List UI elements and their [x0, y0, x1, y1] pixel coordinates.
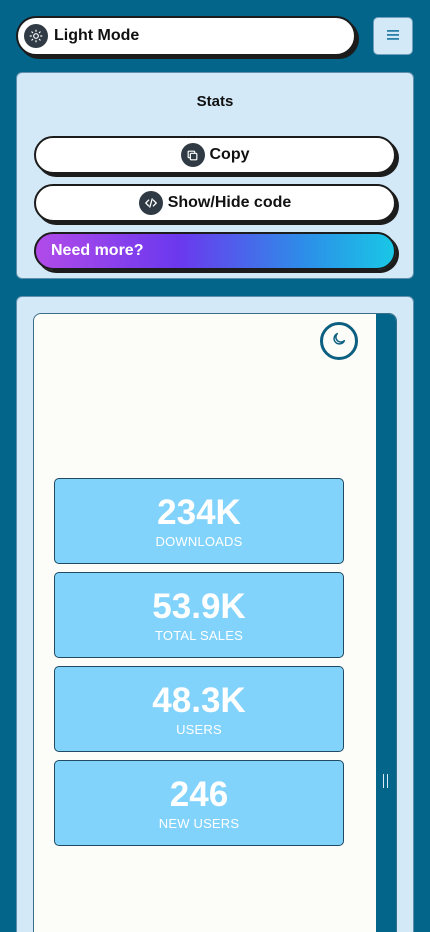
- show-hide-code-label: Show/Hide code: [167, 194, 292, 211]
- stat-value: 48.3K: [152, 681, 246, 720]
- stats-panel: Stats Copy Show/Hide code Need more?: [16, 72, 414, 279]
- stat-label: USERS: [176, 722, 222, 737]
- show-hide-code-button[interactable]: Show/Hide code: [34, 184, 396, 222]
- stat-value: 234K: [157, 493, 241, 532]
- need-more-label: Need more?: [51, 242, 144, 259]
- sun-icon: [24, 24, 48, 48]
- stat-value: 246: [169, 775, 229, 814]
- need-more-button[interactable]: Need more?: [34, 232, 396, 270]
- resize-handle-icon[interactable]: [383, 774, 388, 788]
- dark-mode-toggle[interactable]: [320, 322, 358, 360]
- copy-button-label: Copy: [209, 146, 250, 163]
- stat-card-total-sales: 53.9K TOTAL SALES: [54, 572, 344, 658]
- copy-icon: [180, 143, 205, 167]
- stat-card-new-users: 246 NEW USERS: [54, 760, 344, 846]
- stat-label: NEW USERS: [158, 816, 240, 831]
- preview-container: 234K DOWNLOADS 53.9K TOTAL SALES 48.3K U…: [16, 296, 414, 932]
- stat-label: TOTAL SALES: [155, 628, 243, 643]
- panel-title: Stats: [196, 93, 234, 110]
- preview-frame: 234K DOWNLOADS 53.9K TOTAL SALES 48.3K U…: [33, 313, 397, 932]
- stat-card-users: 48.3K USERS: [54, 666, 344, 752]
- stat-label: DOWNLOADS: [155, 534, 243, 549]
- menu-button[interactable]: [373, 17, 413, 55]
- moon-icon: [331, 331, 347, 352]
- stat-card-downloads: 234K DOWNLOADS: [54, 478, 344, 564]
- resize-strip: [376, 314, 396, 932]
- code-icon: [138, 191, 163, 215]
- hamburger-menu-icon: [387, 27, 399, 45]
- copy-button[interactable]: Copy: [34, 136, 396, 174]
- stat-value: 53.9K: [152, 587, 246, 626]
- mode-label: Light Mode: [54, 27, 140, 44]
- light-mode-toggle[interactable]: Light Mode: [16, 16, 356, 56]
